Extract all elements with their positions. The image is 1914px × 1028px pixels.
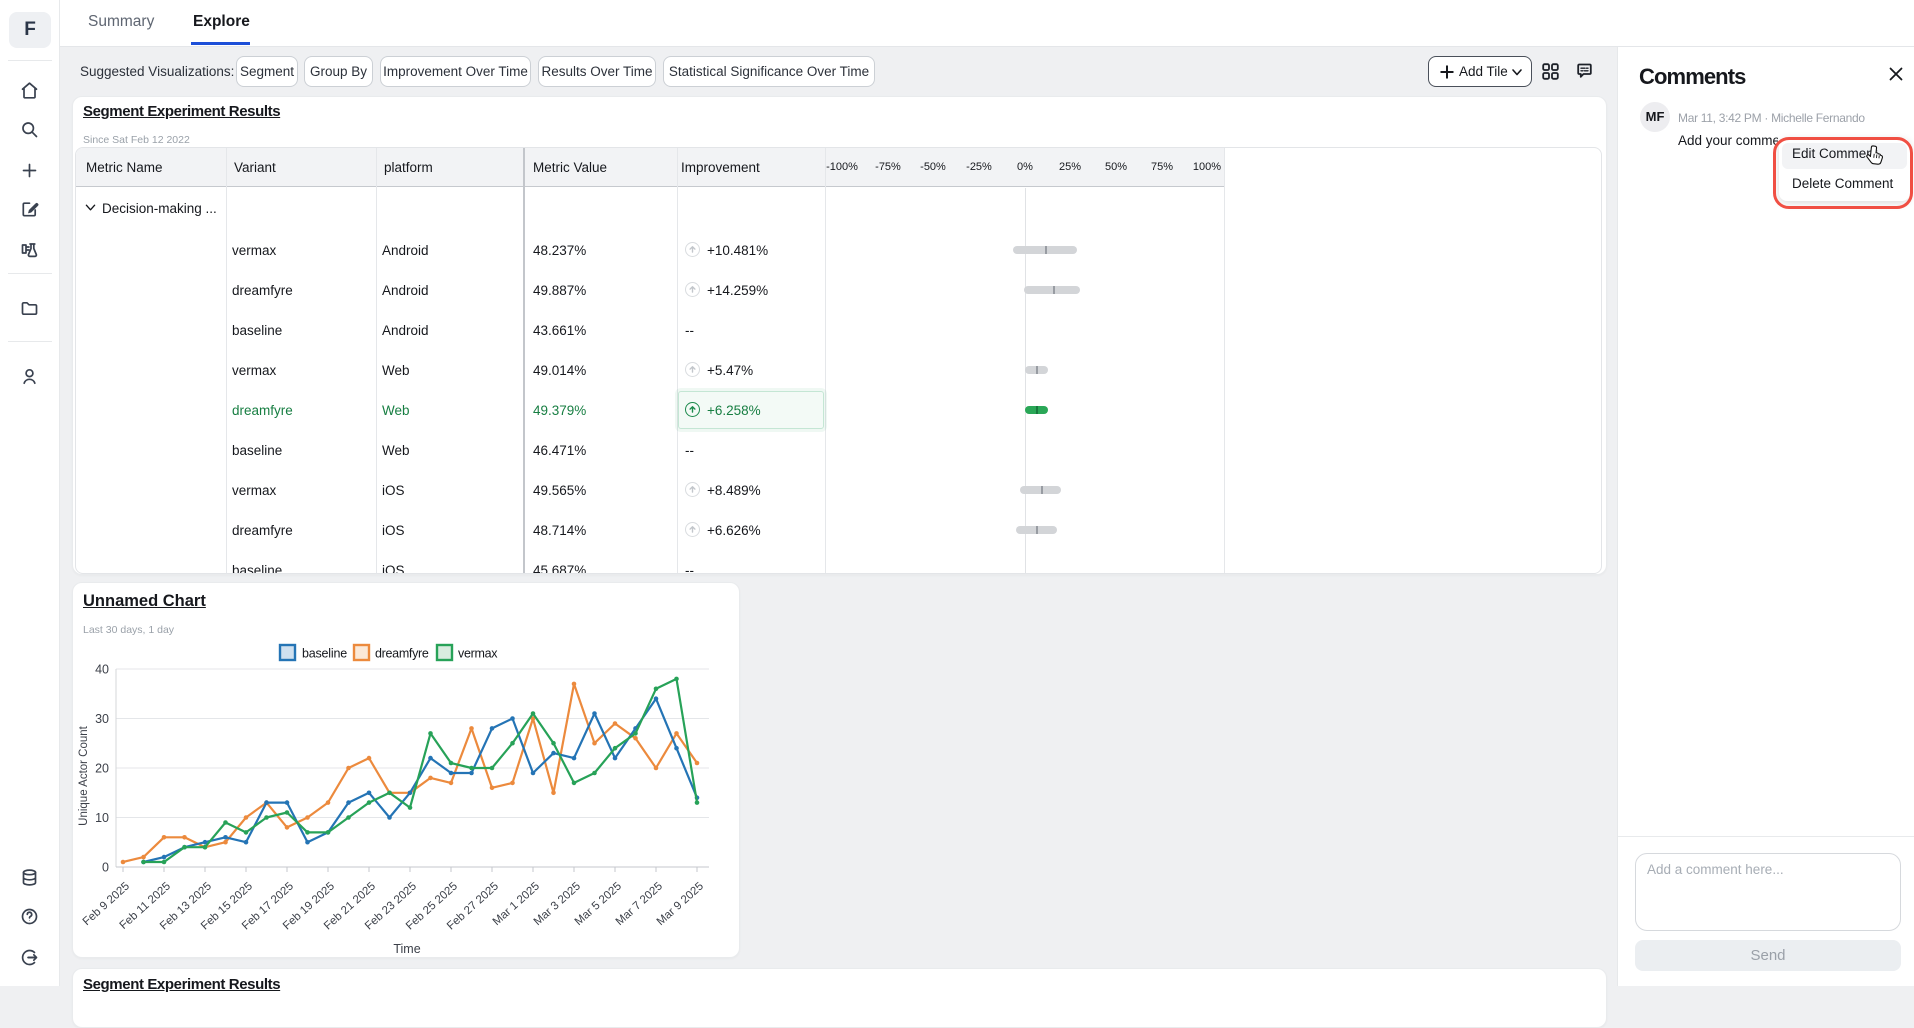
svg-text:Unique Actor Count: Unique Actor Count [78, 725, 90, 826]
svg-text:30: 30 [95, 712, 109, 726]
svg-text:40: 40 [95, 663, 109, 677]
svg-text:dreamfyre: dreamfyre [375, 647, 429, 661]
svg-text:vermax: vermax [458, 647, 498, 661]
svg-text:0: 0 [102, 861, 109, 875]
svg-text:baseline: baseline [302, 647, 347, 661]
svg-text:10: 10 [95, 811, 109, 825]
svg-text:Time: Time [393, 942, 420, 956]
svg-text:20: 20 [95, 762, 109, 776]
